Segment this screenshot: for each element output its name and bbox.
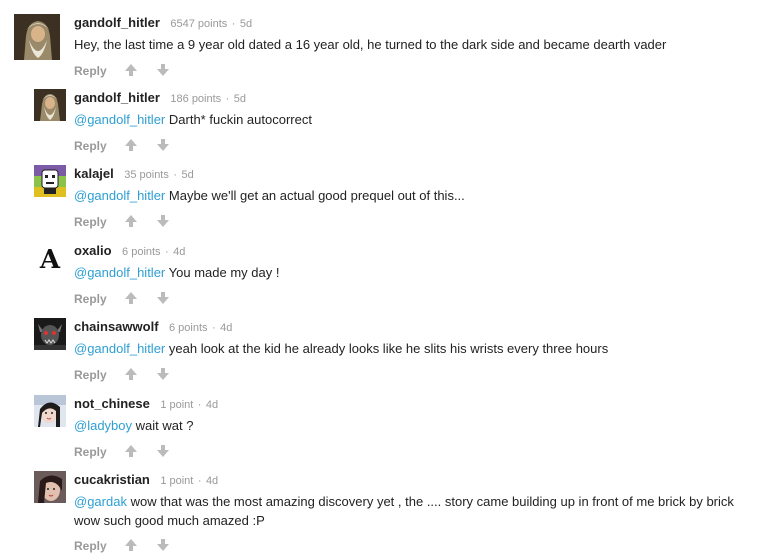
avatar[interactable] (34, 395, 66, 427)
avatar[interactable] (34, 165, 66, 197)
mention-link[interactable]: @gandolf_hitler (74, 265, 165, 280)
meta-separator: · (173, 169, 177, 181)
reply-button[interactable]: Reply (74, 213, 107, 231)
comment-points: 186 points (170, 93, 222, 105)
mention-link[interactable]: @gandolf_hitler (74, 112, 165, 127)
comment-meta: kalajel 35 points · 5d (74, 165, 749, 183)
comment-points: 35 points (124, 169, 169, 181)
comment-points: 1 point (160, 399, 194, 411)
comment-age: 4d (205, 399, 219, 411)
comment-actions: Reply (74, 213, 749, 231)
comment-text: @gandolf_hitler Maybe we'll get an actua… (74, 186, 749, 205)
comment-username[interactable]: gandolf_hitler (74, 15, 160, 30)
reply-button[interactable]: Reply (74, 443, 107, 461)
downvote-arrow-icon[interactable] (156, 367, 170, 381)
upvote-arrow-icon[interactable] (124, 138, 138, 152)
comment-age: 4d (205, 475, 219, 487)
mention-link[interactable]: @ladyboy (74, 418, 132, 433)
comment-body: Hey, the last time a 9 year old dated a … (74, 37, 667, 52)
comment-meta: chainsawwolf 6 points · 4d (74, 318, 749, 336)
mention-link[interactable]: @gandolf_hitler (74, 341, 165, 356)
upvote-arrow-icon[interactable] (124, 291, 138, 305)
comment-meta: oxalio 6 points · 4d (74, 242, 749, 260)
comment-points: 6 points (122, 246, 161, 258)
comment-points: 1 point (160, 475, 194, 487)
upvote-arrow-icon[interactable] (124, 367, 138, 381)
comment-username[interactable]: gandolf_hitler (74, 90, 160, 105)
meta-separator: · (231, 18, 236, 30)
downvote-arrow-icon[interactable] (156, 138, 170, 152)
comment-text: @gandolf_hitler yeah look at the kid he … (74, 339, 749, 358)
comment-meta: not_chinese 1 point · 4d (74, 395, 749, 413)
avatar-letter: A (39, 245, 61, 274)
comment-text: @ladyboy wait wat ? (74, 416, 749, 435)
comment-text: @gandolf_hitler Darth* fuckin autocorrec… (74, 110, 749, 129)
avatar[interactable] (14, 14, 60, 60)
comment-points: 6547 points (170, 18, 228, 30)
comment-body: wait wat ? (135, 418, 194, 433)
upvote-arrow-icon[interactable] (124, 63, 138, 77)
upvote-arrow-icon[interactable] (124, 444, 138, 458)
meta-separator: · (225, 93, 230, 105)
comment-age: 5d (239, 18, 253, 30)
comment-text: @gandolf_hitler You made my day ! (74, 263, 749, 282)
mention-link[interactable]: @gardak (74, 494, 127, 509)
comment-body: yeah look at the kid he already looks li… (168, 341, 609, 356)
downvote-arrow-icon[interactable] (156, 63, 170, 77)
meta-separator: · (197, 475, 202, 487)
comment-actions: Reply (74, 137, 749, 155)
meta-separator: · (197, 399, 202, 411)
avatar[interactable] (34, 471, 66, 503)
reply-button[interactable]: Reply (74, 366, 107, 384)
downvote-arrow-icon[interactable] (156, 444, 170, 458)
comment-meta: cucakristian 1 point · 4d (74, 471, 749, 489)
downvote-arrow-icon[interactable] (156, 214, 170, 228)
comment-age: 5d (233, 93, 246, 105)
upvote-arrow-icon[interactable] (124, 214, 138, 228)
comment-username[interactable]: cucakristian (74, 472, 150, 487)
comment-actions: Reply (74, 537, 749, 555)
avatar[interactable] (34, 89, 66, 121)
reply-button[interactable]: Reply (74, 537, 107, 555)
avatar[interactable] (34, 318, 66, 350)
comment-body: Darth* fuckin autocorrect (168, 112, 312, 127)
mention-link[interactable]: @gandolf_hitler (74, 188, 165, 203)
comment-meta: gandolf_hitler 6547 points · 5d (74, 14, 749, 32)
meta-separator: · (165, 246, 169, 258)
comment-body: wow that was the most amazing discovery … (74, 494, 734, 528)
comment-actions: Reply (74, 366, 749, 384)
comment-username[interactable]: kalajel (74, 166, 114, 181)
comment-text: Hey, the last time a 9 year old dated a … (74, 35, 749, 54)
meta-separator: · (211, 322, 216, 334)
reply-button[interactable]: Reply (74, 137, 107, 155)
comment-actions: Reply (74, 290, 749, 308)
comment-points: 6 points (168, 322, 208, 334)
comment-meta: gandolf_hitler 186 points · 5d (74, 89, 749, 107)
reply-button[interactable]: Reply (74, 290, 107, 308)
comment-body: Maybe we'll get an actual good prequel o… (168, 188, 465, 203)
comment-age: 5d (181, 169, 194, 181)
comment-text: @gardak wow that was the most amazing di… (74, 492, 749, 530)
downvote-arrow-icon[interactable] (156, 538, 170, 552)
comment-username[interactable]: chainsawwolf (74, 319, 159, 334)
avatar[interactable]: A (34, 242, 66, 274)
comment-age: 4d (220, 322, 233, 334)
comment-username[interactable]: not_chinese (74, 396, 150, 411)
comment-username[interactable]: oxalio (74, 243, 112, 258)
comment-actions: Reply (74, 443, 749, 461)
upvote-arrow-icon[interactable] (124, 538, 138, 552)
comment-actions: Reply (74, 62, 749, 80)
comment-age: 4d (173, 246, 186, 258)
comment-body: You made my day ! (168, 265, 280, 280)
reply-button[interactable]: Reply (74, 62, 107, 80)
downvote-arrow-icon[interactable] (156, 291, 170, 305)
